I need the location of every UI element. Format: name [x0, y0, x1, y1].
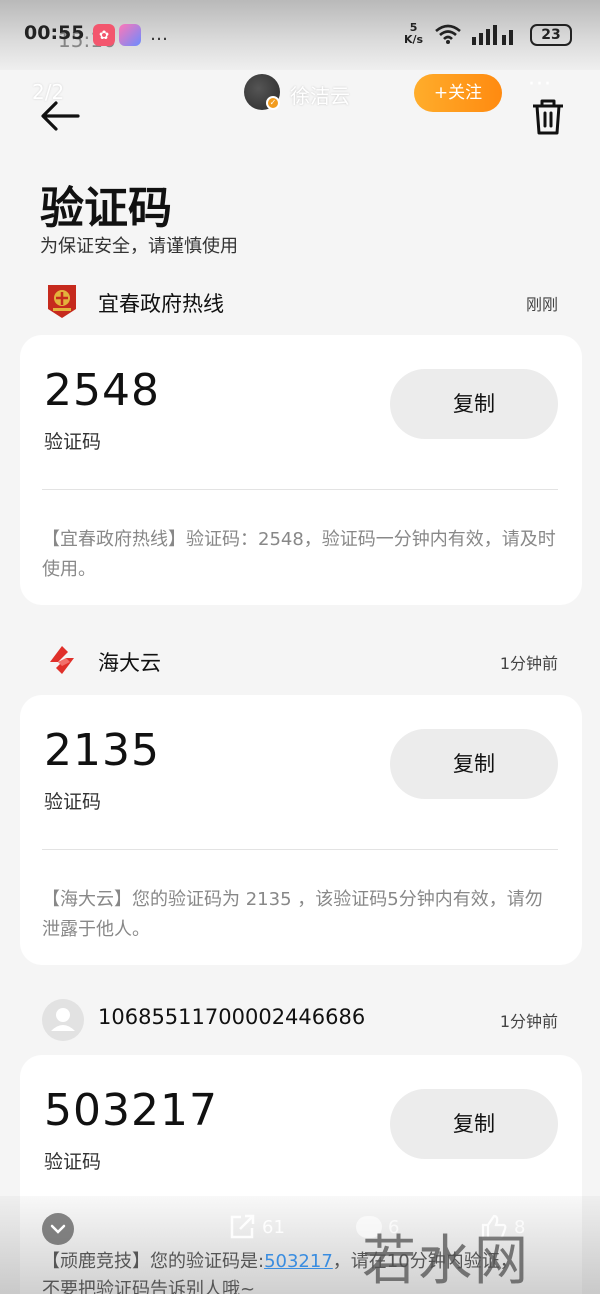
follow-button[interactable]: +关注 — [414, 74, 502, 112]
status-time: 00:55 — [24, 22, 85, 44]
trash-icon[interactable] — [530, 98, 566, 136]
page-title: 验证码 — [40, 183, 172, 234]
copy-button[interactable]: 复制 — [390, 729, 558, 799]
contact-avatar-icon — [42, 999, 84, 1041]
network-speed: 5 K/s — [404, 22, 423, 46]
verification-code: 503217 — [44, 1085, 218, 1136]
signal-icon — [472, 25, 513, 45]
back-arrow-icon[interactable] — [40, 100, 80, 132]
verification-card: 2135 验证码 复制 【海大云】您的验证码为 2135 ，该验证码5分钟内有效… — [20, 695, 582, 965]
divider — [42, 489, 558, 490]
message-time: 刚刚 — [525, 295, 558, 314]
message-time: 1分钟前 — [499, 1012, 558, 1031]
notification-app-icon: ✿ — [93, 24, 115, 46]
share-icon[interactable] — [228, 1214, 256, 1240]
message-prefix: 【顽鹿竞技】您的验证码是: — [42, 1251, 265, 1272]
verified-badge-icon: ✓ — [266, 96, 280, 110]
copy-button[interactable]: 复制 — [390, 1089, 558, 1159]
code-label: 验证码 — [44, 1151, 102, 1173]
verification-code: 2548 — [44, 365, 160, 416]
chevron-down-icon — [50, 1224, 66, 1234]
message-line2: 不要把验证码告诉别人哦~ — [42, 1279, 256, 1294]
message-text: 【宜春政府热线】验证码：2548，验证码一分钟内有效，请及时使用。 — [42, 529, 556, 580]
copy-button[interactable]: 复制 — [390, 369, 558, 439]
network-speed-unit: K/s — [404, 33, 424, 46]
page-subtitle: 为保证安全，请谨慎使用 — [40, 236, 238, 257]
more-options-icon[interactable]: ··· — [528, 72, 552, 97]
sender-name: 10685511700002446686 — [98, 1005, 366, 1029]
verification-card: 2548 验证码 复制 【宜春政府热线】验证码：2548，验证码一分钟内有效，请… — [20, 335, 582, 605]
author-name[interactable]: 徐洁云 — [290, 80, 350, 109]
code-label: 验证码 — [44, 431, 102, 453]
code-label: 验证码 — [44, 791, 102, 813]
message-code-link[interactable]: 503217 — [264, 1251, 333, 1272]
verification-code: 2135 — [44, 725, 160, 776]
divider — [42, 849, 558, 850]
wifi-icon — [435, 24, 461, 44]
sender-row: 海大云 1分钟前 — [40, 642, 560, 682]
sender-row: 宜春政府热线 刚刚 — [40, 283, 560, 323]
government-hotline-logo-icon — [48, 285, 76, 318]
message-time: 1分钟前 — [499, 654, 558, 673]
more-notifications-icon: … — [150, 24, 168, 45]
battery-indicator: 23 — [530, 24, 572, 46]
share-count: 61 — [262, 1217, 285, 1238]
sender-row: 10685511700002446686 1分钟前 — [40, 999, 560, 1041]
notification-app-icon-2 — [119, 24, 141, 46]
site-watermark: 若水网 — [362, 1229, 530, 1292]
sender-name: 海大云 — [98, 651, 161, 675]
collapse-button[interactable] — [42, 1213, 74, 1245]
sender-name: 宜春政府热线 — [98, 292, 224, 316]
haidayun-logo-icon — [50, 646, 74, 674]
message-text: 【海大云】您的验证码为 2135 ，该验证码5分钟内有效，请勿泄露于他人。 — [42, 889, 543, 940]
